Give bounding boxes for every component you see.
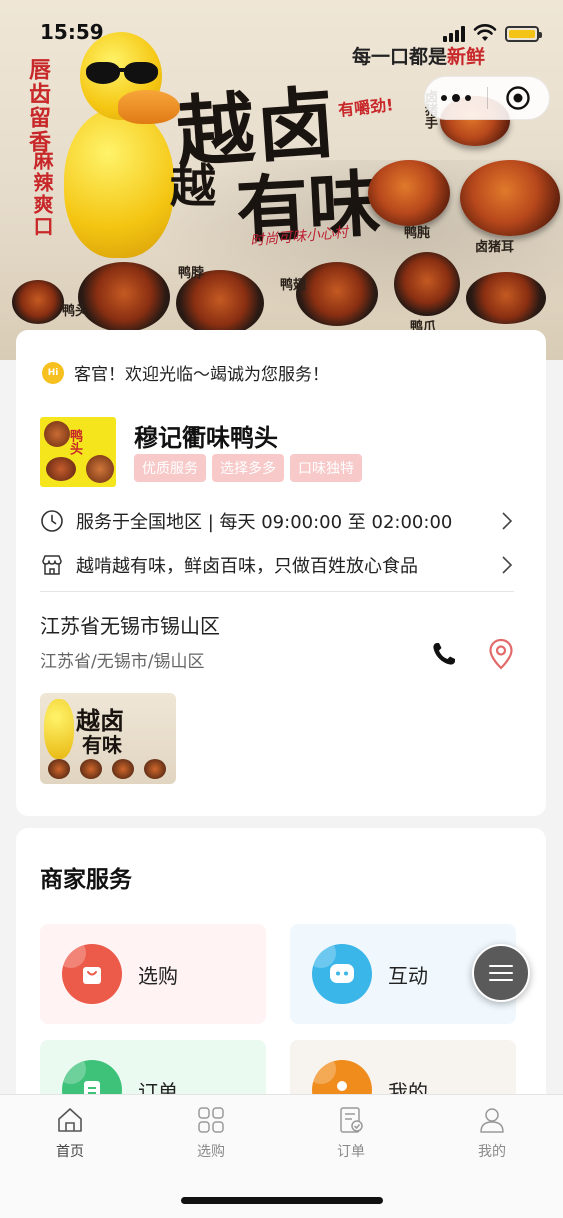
tab-mine[interactable]: 我的 [442, 1105, 542, 1161]
wifi-icon [473, 24, 497, 41]
food-bowl [394, 252, 460, 316]
chevron-right-icon [502, 512, 513, 530]
service-label: 选购 [138, 963, 178, 988]
store-tags: 优质服务 选择多多 口味独特 [134, 454, 362, 482]
home-indicator [181, 1197, 383, 1204]
service-hours-text: 服务于全国地区 | 每天 09:00:00 至 02:00:00 [76, 512, 453, 533]
store-description-row[interactable]: 越啃越有味，鲜卤百味，只做百姓放心食品 [40, 552, 514, 578]
more-options-button[interactable] [425, 94, 487, 102]
duck-mascot [58, 28, 188, 268]
phone-call-button[interactable] [430, 640, 458, 668]
store-photo-thumbnail[interactable]: 越卤 有味 [40, 693, 176, 784]
miniprogram-capsule [424, 76, 550, 120]
battery-icon [505, 26, 542, 42]
target-icon [506, 86, 530, 110]
floating-menu-button[interactable] [472, 944, 530, 1002]
cellular-signal-icon [443, 26, 467, 42]
service-label: 互动 [388, 963, 428, 988]
service-hours-row[interactable]: 服务于全国地区 | 每天 09:00:00 至 02:00:00 [40, 508, 514, 534]
food-plate [368, 160, 450, 226]
food-label: 鸭肫 [404, 226, 431, 241]
store-name: 穆记衢味鸭头 [134, 424, 278, 452]
store-tag: 优质服务 [134, 454, 206, 482]
welcome-message: Hi 客官！欢迎光临～竭诚为您服务！ [42, 360, 329, 385]
shop-icon [42, 555, 62, 575]
food-bowl [12, 280, 64, 324]
tab-label: 我的 [478, 1144, 506, 1160]
home-icon [58, 1108, 82, 1132]
divider [40, 591, 514, 592]
food-label: 鸭头 [62, 304, 89, 319]
store-address: 江苏省无锡市锡山区 [40, 614, 220, 638]
food-bowl [466, 272, 546, 324]
merchant-services-card: 商家服务 选购 互动 订单 我的 [16, 828, 546, 1140]
close-miniprogram-button[interactable] [487, 85, 549, 111]
service-shop-button[interactable]: 选购 [40, 924, 266, 1024]
banner-tagline: 有嚼劲! [337, 95, 395, 120]
order-icon [340, 1107, 363, 1133]
food-label: 卤猪耳 [475, 240, 515, 255]
section-title: 商家服务 [40, 867, 132, 893]
tab-label: 首页 [56, 1144, 84, 1160]
food-plate [460, 160, 560, 236]
tab-label: 订单 [337, 1144, 365, 1160]
chevron-right-icon [502, 556, 513, 574]
banner-slogan: 每一口都是新鲜 [352, 46, 486, 68]
status-time: 15:59 [40, 20, 104, 44]
food-label: 鸭翅 [280, 278, 307, 293]
grid-icon [198, 1107, 224, 1133]
store-address-region: 江苏省/无锡市/锡山区 [40, 652, 205, 672]
welcome-text: 客官！欢迎光临～竭诚为您服务！ [74, 365, 329, 385]
food-bowl [296, 262, 378, 326]
store-banner: 唇齿留香 麻辣爽口 越卤 越 有味 每一口都是新鲜 有嚼劲! 时尚可味小心村 鸭… [0, 0, 563, 360]
location-pin-button[interactable] [487, 638, 515, 670]
shopping-bag-icon [62, 944, 122, 1004]
store-info-card: Hi 客官！欢迎光临～竭诚为您服务！ 鸭头 穆记衢味鸭头 优质服务 选择多多 口… [16, 330, 546, 816]
store-tag: 选择多多 [212, 454, 284, 482]
clock-icon [41, 510, 63, 532]
banner-side-text-1: 唇齿留香 [25, 58, 51, 154]
food-label: 鸭脖 [178, 266, 205, 281]
store-tag: 口味独特 [290, 454, 362, 482]
store-description-text: 越啃越有味，鲜卤百味，只做百姓放心食品 [76, 556, 418, 577]
tab-orders[interactable]: 订单 [301, 1105, 401, 1161]
profile-icon [480, 1108, 504, 1133]
tab-home[interactable]: 首页 [20, 1105, 120, 1161]
store-logo: 鸭头 [40, 417, 116, 487]
food-bowl [78, 262, 170, 332]
chat-bubble-icon [312, 944, 372, 1004]
tab-shop[interactable]: 选购 [161, 1105, 261, 1161]
banner-title-line2-prefix: 越 [170, 159, 216, 213]
hi-chat-icon: Hi [42, 361, 64, 384]
banner-side-text-2: 麻辣爽口 [30, 150, 54, 238]
tab-label: 选购 [197, 1144, 225, 1160]
